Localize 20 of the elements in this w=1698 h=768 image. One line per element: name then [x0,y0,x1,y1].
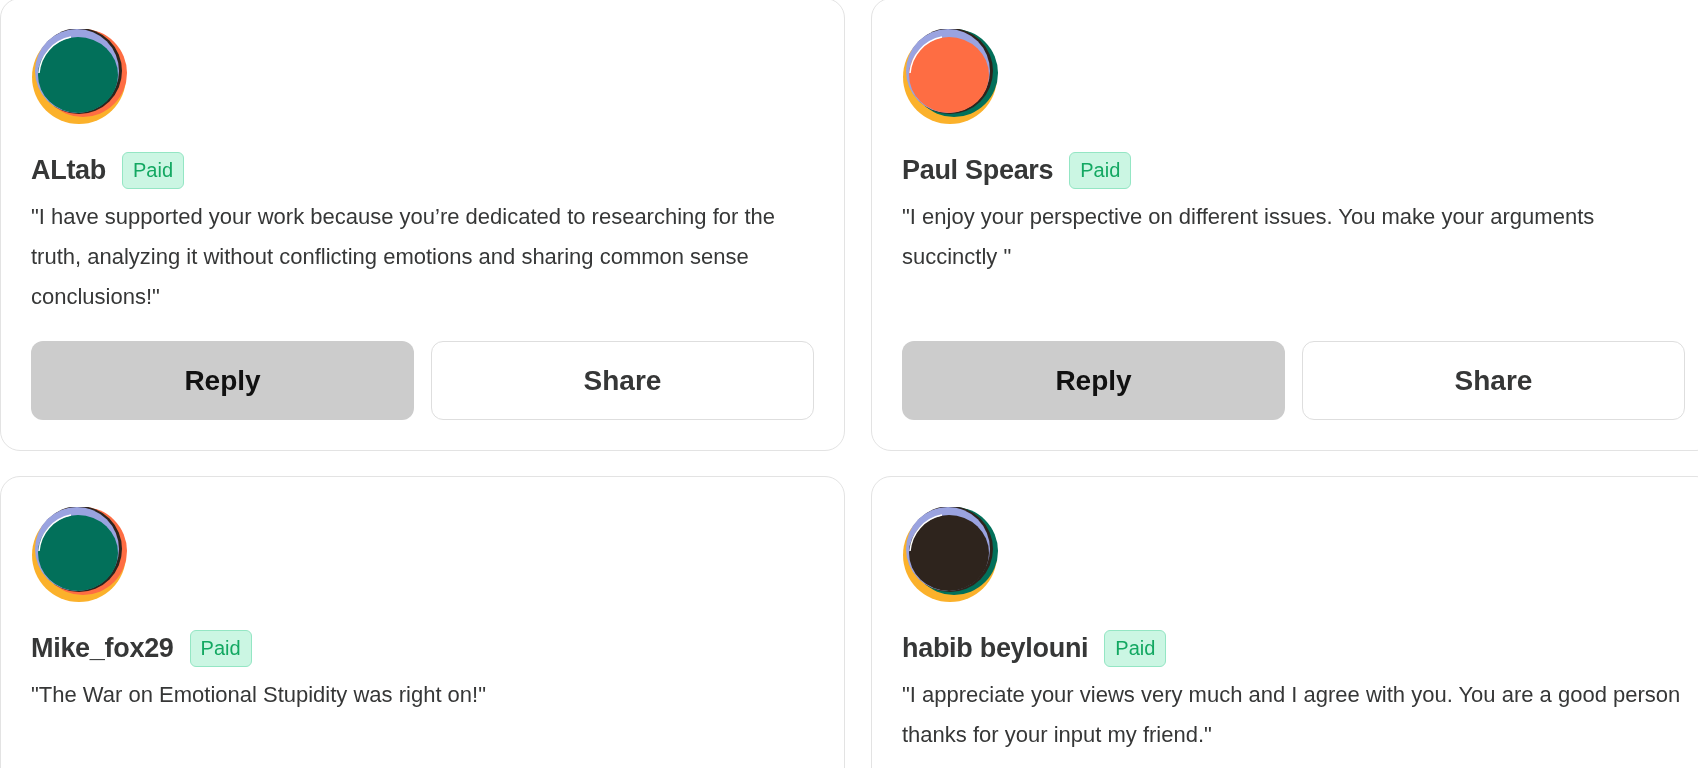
commenter-name[interactable]: habib beylouni [902,633,1089,664]
paid-badge: Paid [1104,630,1167,667]
commenter-name[interactable]: Mike_fox29 [31,633,174,664]
comment-text: "I enjoy your perspective on different issues. You make your arguments succinctly " [902,203,1596,271]
comment-text: "I appreciate your views very much and I agree with you. You are a good person thanks for your input my friend." [902,681,1682,749]
share-button[interactable]: Share [431,341,814,420]
paid-badge: Paid [122,152,185,189]
reply-button[interactable]: Reply [902,341,1285,420]
commenter-name[interactable]: ALtab [31,155,106,186]
comment-text: "The War on Emotional Stupidity was right on!" [31,681,487,709]
paid-badge: Paid [1069,152,1132,189]
paid-badge: Paid [189,630,252,667]
avatar-icon [902,507,998,603]
commenter-name[interactable]: Paul Spears [902,155,1054,186]
comment-text: "I have supported your work because you’re dedicated to researching for the truth, analyzing it without conflicting emotions and sharing common sense conclusions!" [31,203,777,311]
avatar-icon [31,29,127,125]
avatar-icon [902,29,998,125]
avatar-icon [31,507,127,603]
share-button[interactable]: Share [1302,341,1685,420]
reply-button[interactable]: Reply [31,341,414,420]
